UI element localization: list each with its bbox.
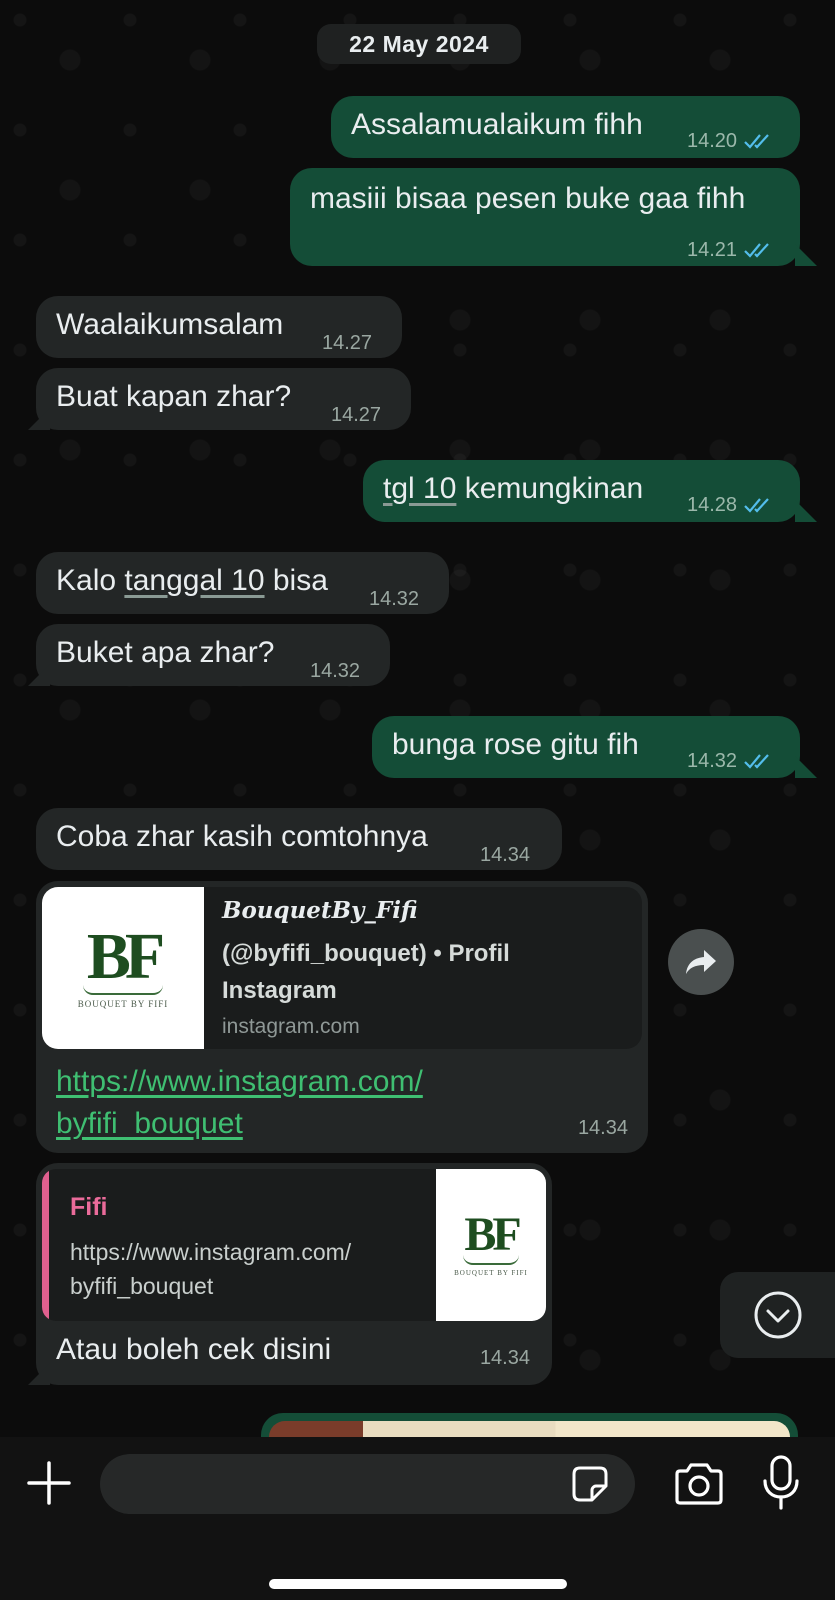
image-thumbnail <box>269 1421 790 1437</box>
microphone-icon[interactable] <box>763 1455 799 1511</box>
bubble-tail <box>795 244 817 266</box>
camera-icon[interactable] <box>673 1462 725 1506</box>
plus-icon[interactable] <box>25 1459 73 1507</box>
quoted-message[interactable]: Fifi https://www.instagram.com/ byfifi_b… <box>42 1169 546 1321</box>
bubble-tail <box>28 664 50 686</box>
chevron-down-icon <box>754 1291 801 1339</box>
message-text: Buat kapan zhar? <box>56 380 292 413</box>
outgoing-message[interactable]: masiii bisaa pesen buke gaa fihh 14.21 <box>290 168 817 269</box>
message-time: 14.34 <box>577 1117 628 1139</box>
incoming-message[interactable]: Kalo tanggal 10 bisa 14.32 <box>36 552 449 614</box>
message-text: Kalo tanggal 10 bisa <box>56 564 328 597</box>
forward-icon <box>686 950 716 974</box>
message-time: 14.32 <box>687 750 738 772</box>
double-check-icon <box>744 754 769 769</box>
bubble-tail <box>795 756 817 778</box>
message-text: tgl 10 kemungkinan <box>383 472 644 505</box>
message-meta: 14.20 <box>687 122 773 160</box>
message-link[interactable]: https://www.instagram.com/ byfifi_bouque… <box>56 1061 423 1145</box>
message-time: 14.32 <box>369 588 420 610</box>
message-time: 14.32 <box>310 660 361 682</box>
message-text: Waalaikumsalam <box>56 308 284 341</box>
message-time: 14.28 <box>687 494 738 516</box>
message-time: 14.27 <box>331 404 382 426</box>
message-meta: 14.32 <box>687 742 773 780</box>
incoming-message[interactable]: Buat kapan zhar? 14.27 <box>28 368 411 430</box>
reply-message[interactable]: Fifi https://www.instagram.com/ byfifi_b… <box>28 1163 552 1385</box>
message-time: 14.20 <box>687 130 738 152</box>
image-message[interactable] <box>261 1413 798 1437</box>
home-indicator[interactable] <box>269 1579 567 1589</box>
link-preview-host: instagram.com <box>222 1015 360 1038</box>
quote-accent-bar <box>42 1169 49 1321</box>
sticker-icon[interactable] <box>570 1464 610 1504</box>
quoted-text: https://www.instagram.com/ byfifi_bouque… <box>70 1239 352 1299</box>
quoted-sender: Fifi <box>70 1193 108 1221</box>
composer-bar <box>0 1437 835 1600</box>
scroll-to-bottom-button[interactable] <box>720 1272 835 1358</box>
double-check-icon <box>744 134 769 149</box>
bouquet-logo: BF BOUQUET BY FIFI <box>42 887 204 1049</box>
date-link[interactable]: tgl 10 <box>383 472 456 505</box>
outgoing-message[interactable]: bunga rose gitu fih 14.32 <box>372 716 817 780</box>
message-text: masiii bisaa pesen buke gaa fihh <box>310 182 746 215</box>
link-preview-message[interactable]: BF BOUQUET BY FIFI BouquetBy_Fifi (@byfi… <box>36 881 648 1153</box>
double-check-icon <box>744 243 769 258</box>
outgoing-message[interactable]: Assalamualaikum fihh 14.20 <box>331 96 800 158</box>
message-input[interactable] <box>100 1454 635 1514</box>
bubble-tail <box>28 1363 50 1385</box>
message-text: bunga rose gitu fih <box>392 728 639 761</box>
incoming-message[interactable]: Coba zhar kasih comtohnya 14.34 <box>36 808 562 870</box>
message-time: 14.21 <box>687 239 738 261</box>
message-text: Atau boleh cek disini <box>56 1333 332 1366</box>
outgoing-message[interactable]: tgl 10 kemungkinan 14.28 <box>363 460 817 524</box>
incoming-message[interactable]: Waalaikumsalam 14.27 <box>36 296 402 358</box>
message-text: Coba zhar kasih comtohnya <box>56 820 428 853</box>
date-link[interactable]: tanggal 10 <box>124 564 264 597</box>
incoming-message[interactable]: Buket apa zhar? 14.32 <box>28 624 390 686</box>
link-preview-description: (@byfifi_bouquet) • Profil Instagram <box>222 940 510 1004</box>
forward-button[interactable] <box>668 929 734 995</box>
link-preview-card[interactable]: BF BOUQUET BY FIFI BouquetBy_Fifi (@byfi… <box>42 887 642 1049</box>
quoted-thumbnail: BF BOUQUET BY FIFI <box>436 1169 546 1321</box>
message-text: Assalamualaikum fihh <box>351 108 643 141</box>
message-time: 14.34 <box>480 844 531 866</box>
bubble-tail <box>795 500 817 522</box>
message-time: 14.34 <box>479 1347 530 1369</box>
chat-background: 22 May 2024 Assalamualaikum fihh 14.20 m… <box>0 0 835 1437</box>
message-meta: 14.28 <box>687 486 773 524</box>
message-text: Buket apa zhar? <box>56 636 275 669</box>
double-check-icon <box>744 498 769 513</box>
bubble-tail <box>28 408 50 430</box>
message-time: 14.27 <box>322 332 373 354</box>
date-separator: 22 May 2024 <box>317 24 521 64</box>
message-meta: 14.21 <box>687 231 773 269</box>
link-preview-title: BouquetBy_Fifi <box>222 897 418 924</box>
